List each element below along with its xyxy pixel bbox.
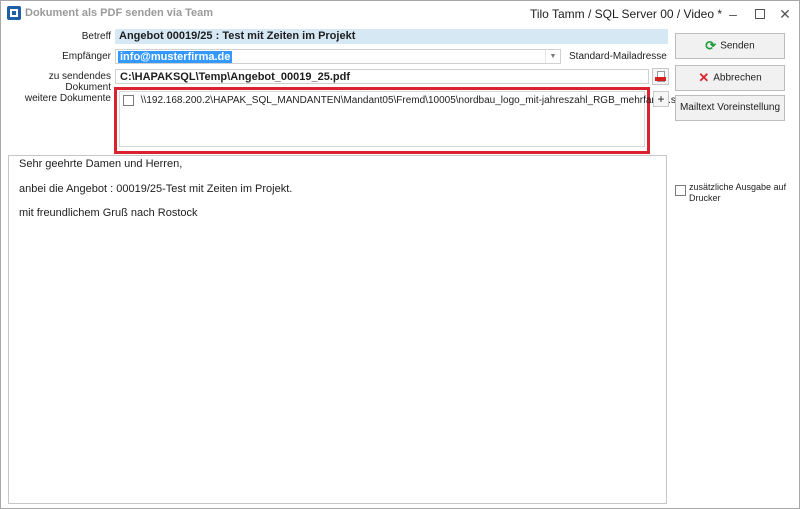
close-x-icon: ✕ <box>698 70 710 85</box>
pdf-band-shape <box>655 77 666 81</box>
window-title: Dokument als PDF senden via Team <box>25 7 214 19</box>
send-pdf-dialog: Dokument als PDF senden via Team Tilo Ta… <box>0 0 800 509</box>
document-path-field[interactable]: C:\HAPAKSQL\Temp\Angebot_00019_25.pdf <box>115 69 649 84</box>
close-button[interactable]: ✕ <box>775 5 795 23</box>
send-label: Senden <box>720 40 755 52</box>
app-logo-icon <box>7 6 21 20</box>
body-line-1: Sehr geehrte Damen und Herren, <box>19 158 183 170</box>
printer-output-checkbox[interactable] <box>675 185 686 196</box>
recipient-combobox[interactable]: info@musterfirma.de ▼ <box>115 49 561 64</box>
more-docs-label: weitere Dokumente <box>24 93 111 104</box>
recipient-label: Empfänger <box>62 51 111 62</box>
cancel-label: Abbrechen <box>713 72 762 84</box>
standard-mail-label: Standard-Mailadresse <box>569 51 667 62</box>
send-button[interactable]: ⟳ Senden <box>675 33 785 59</box>
pdf-icon[interactable] <box>652 68 669 85</box>
minimize-button[interactable]: – <box>723 5 743 23</box>
more-docs-inner: \\192.168.200.2\HAPAK_SQL_MANDANTEN\Mand… <box>119 91 686 147</box>
body-line-3: mit freundlichem Gruß nach Rostock <box>19 207 198 219</box>
printer-output-label: zusätzliche Ausgabe auf Drucker <box>689 182 787 203</box>
body-line-2: anbei die Angebot : 00019/25-Test mit Ze… <box>19 183 293 195</box>
mailtext-preset-button[interactable]: Mailtext Voreinstellung <box>675 95 785 121</box>
cancel-button[interactable]: ✕ Abbrechen <box>675 65 785 91</box>
add-document-button[interactable]: + <box>653 91 669 107</box>
doc-checkbox[interactable] <box>123 95 134 106</box>
list-item[interactable]: \\192.168.200.2\HAPAK_SQL_MANDANTEN\Mand… <box>123 95 686 106</box>
more-docs-list[interactable]: \\192.168.200.2\HAPAK_SQL_MANDANTEN\Mand… <box>114 87 686 154</box>
refresh-icon: ⟳ <box>705 38 717 53</box>
title-bar: Dokument als PDF senden via Team Tilo Ta… <box>1 1 799 27</box>
document-label: zu sendendes Dokument <box>48 71 111 93</box>
mail-body-editor[interactable]: Sehr geehrte Damen und Herren, anbei die… <box>8 155 667 504</box>
chevron-down-icon[interactable]: ▼ <box>545 50 560 63</box>
subject-label: Betreff <box>81 31 111 42</box>
maximize-icon <box>755 9 765 19</box>
user-info: Tilo Tamm / SQL Server 00 / Video * <box>529 7 723 21</box>
recipient-value: info@musterfirma.de <box>118 51 233 63</box>
maximize-button[interactable] <box>750 5 770 23</box>
subject-field[interactable]: Angebot 00019/25 : Test mit Zeiten im Pr… <box>115 29 668 44</box>
doc-path: \\192.168.200.2\HAPAK_SQL_MANDANTEN\Mand… <box>140 95 687 107</box>
